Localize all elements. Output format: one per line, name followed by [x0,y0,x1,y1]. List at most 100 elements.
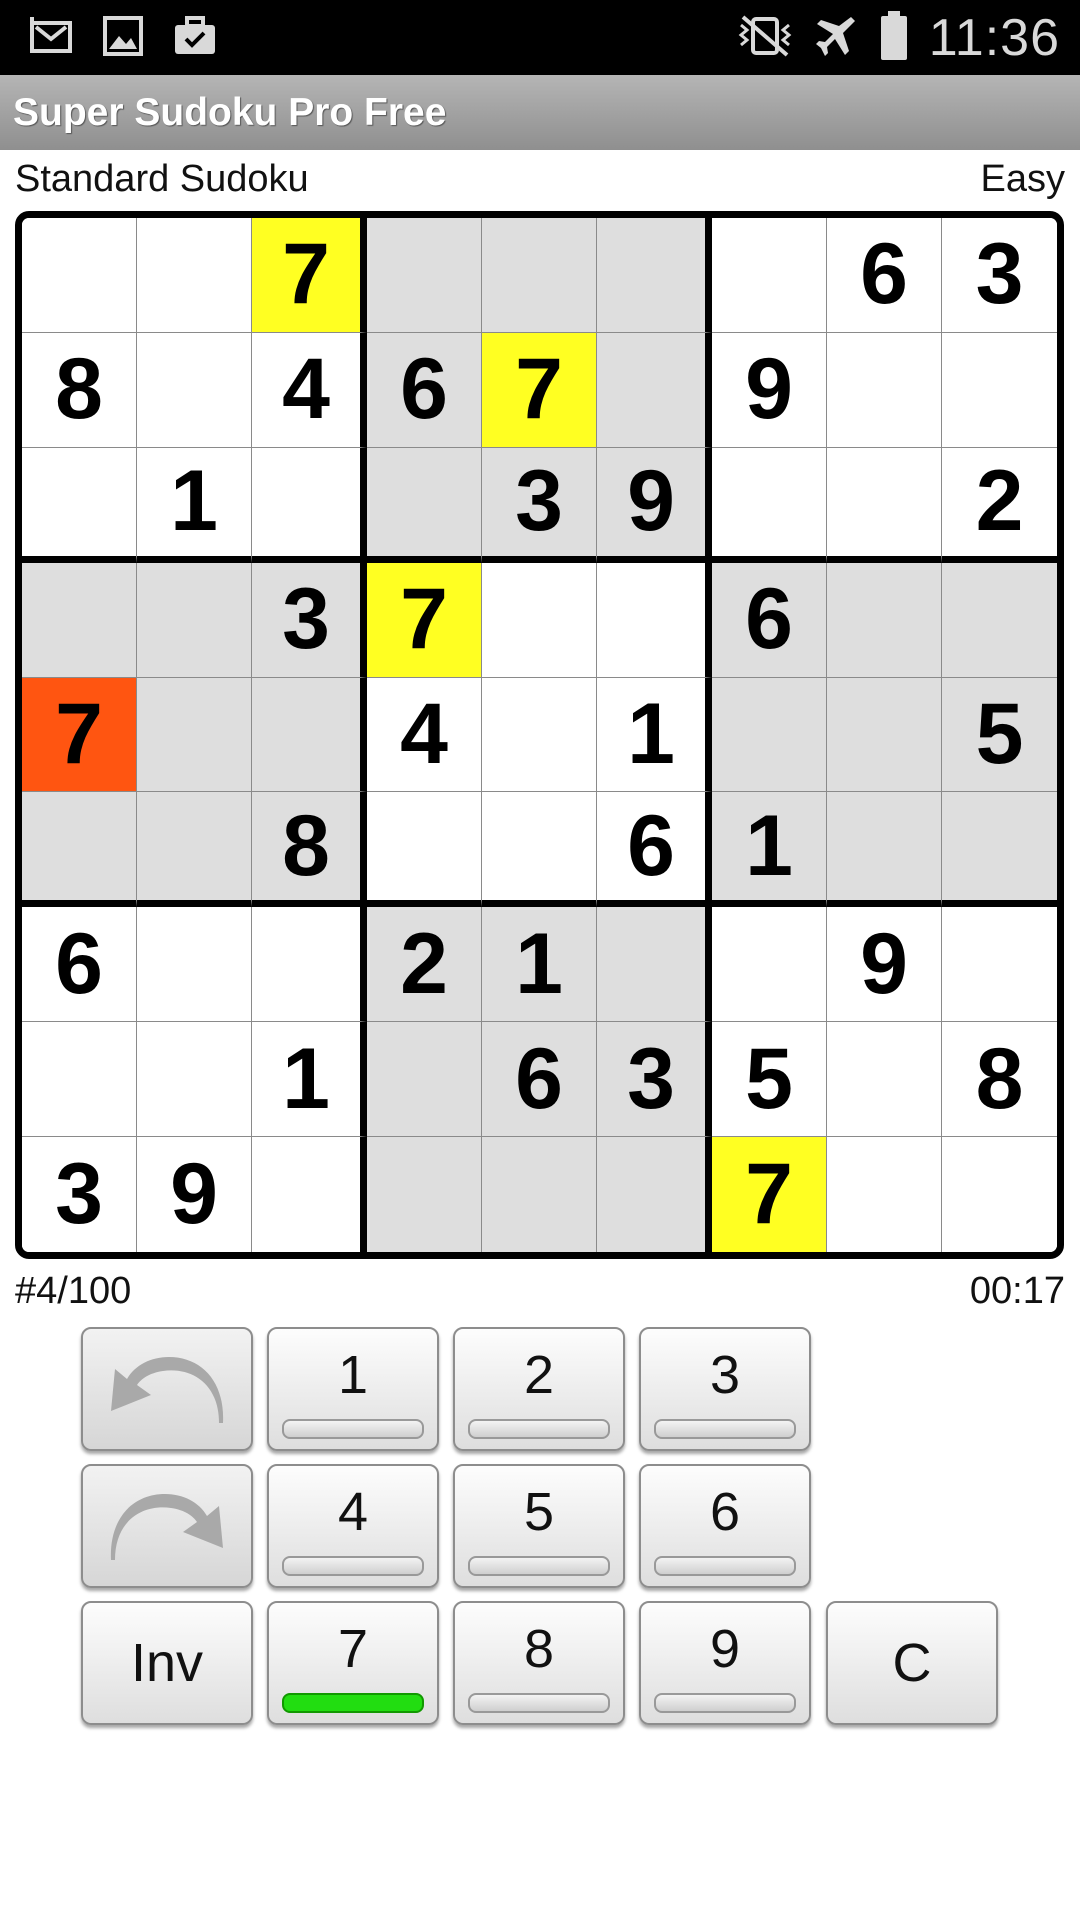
number-key-label: 6 [709,1482,741,1542]
sudoku-cell[interactable] [22,218,137,333]
sudoku-cell[interactable]: 6 [597,792,712,908]
sudoku-cell[interactable] [482,218,597,333]
sudoku-cell[interactable] [252,1137,367,1252]
sudoku-cell[interactable]: 1 [252,1022,367,1138]
sudoku-cell[interactable] [827,677,942,793]
sudoku-cell[interactable]: 6 [367,332,482,448]
sudoku-cell[interactable] [827,447,942,563]
clock: 11:36 [928,9,1060,67]
sudoku-cell[interactable]: 9 [712,332,827,448]
number-key-2[interactable]: 2 [453,1327,625,1451]
sudoku-cell[interactable] [367,1137,482,1252]
sudoku-cell[interactable]: 8 [22,332,137,448]
sudoku-cell[interactable]: 6 [827,218,942,333]
sudoku-cell[interactable]: 8 [942,1022,1057,1138]
number-key-4[interactable]: 4 [267,1464,439,1588]
sudoku-cell[interactable]: 8 [252,792,367,908]
sudoku-cell[interactable] [712,447,827,563]
sudoku-cell[interactable]: 3 [597,1022,712,1138]
sudoku-cell[interactable] [482,1137,597,1252]
sudoku-cell[interactable] [22,447,137,563]
sudoku-cell[interactable]: 1 [137,447,252,563]
gallery-icon [100,14,146,58]
sudoku-cell[interactable]: 2 [367,907,482,1023]
sudoku-cell[interactable] [942,792,1057,908]
sudoku-cell[interactable] [597,562,712,678]
sudoku-cell[interactable] [22,562,137,678]
sudoku-cell[interactable]: 1 [482,907,597,1023]
sudoku-cell[interactable] [252,677,367,793]
sudoku-cell[interactable] [482,677,597,793]
sudoku-cell[interactable]: 1 [712,792,827,908]
sudoku-cell[interactable] [712,677,827,793]
sudoku-cell[interactable]: 3 [482,447,597,563]
sudoku-cell[interactable]: 4 [252,332,367,448]
sudoku-cell[interactable]: 7 [252,218,367,333]
invert-button[interactable]: Inv [81,1601,253,1725]
sudoku-cell[interactable] [367,218,482,333]
sudoku-cell[interactable] [22,792,137,908]
sudoku-cell[interactable] [597,218,712,333]
app-title-bar: Super Sudoku Pro Free [0,75,1080,150]
sudoku-cell[interactable]: 7 [22,677,137,793]
sudoku-cell[interactable] [597,907,712,1023]
sudoku-cell[interactable] [827,792,942,908]
sudoku-cell[interactable] [367,792,482,908]
sudoku-cell[interactable] [482,792,597,908]
sudoku-cell[interactable]: 7 [367,562,482,678]
sudoku-cell[interactable]: 3 [252,562,367,678]
sudoku-cell[interactable]: 5 [712,1022,827,1138]
sudoku-cell[interactable] [712,218,827,333]
sudoku-cell[interactable] [137,677,252,793]
sudoku-cell[interactable]: 7 [712,1137,827,1252]
sudoku-cell[interactable]: 6 [22,907,137,1023]
redo-button[interactable] [81,1464,253,1588]
sudoku-cell[interactable] [482,562,597,678]
sudoku-cell[interactable]: 9 [137,1137,252,1252]
sudoku-cell[interactable]: 1 [597,677,712,793]
sudoku-cell[interactable] [712,907,827,1023]
sudoku-cell[interactable] [137,332,252,448]
puzzle-type: Standard Sudoku [15,158,309,200]
sudoku-cell[interactable] [942,1137,1057,1252]
sudoku-cell[interactable]: 5 [942,677,1057,793]
sudoku-cell[interactable] [827,562,942,678]
sudoku-cell[interactable] [367,447,482,563]
undo-button[interactable] [81,1327,253,1451]
sudoku-cell[interactable] [252,447,367,563]
sudoku-cell[interactable]: 6 [482,1022,597,1138]
sudoku-cell[interactable] [597,332,712,448]
sudoku-cell[interactable]: 7 [482,332,597,448]
sudoku-cell[interactable] [367,1022,482,1138]
number-key-7[interactable]: 7 [267,1601,439,1725]
sudoku-cell[interactable]: 3 [942,218,1057,333]
sudoku-cell[interactable] [942,332,1057,448]
sudoku-cell[interactable]: 4 [367,677,482,793]
sudoku-cell[interactable] [137,1022,252,1138]
sudoku-cell[interactable] [597,1137,712,1252]
sudoku-cell[interactable] [137,907,252,1023]
sudoku-cell[interactable] [252,907,367,1023]
number-key-1[interactable]: 1 [267,1327,439,1451]
sudoku-cell[interactable] [827,1022,942,1138]
sudoku-cell[interactable] [137,792,252,908]
number-key-5[interactable]: 5 [453,1464,625,1588]
number-key-3[interactable]: 3 [639,1327,811,1451]
sudoku-cell[interactable] [137,218,252,333]
sudoku-cell[interactable]: 2 [942,447,1057,563]
sudoku-cell[interactable] [137,562,252,678]
sudoku-cell[interactable] [942,562,1057,678]
sudoku-cell[interactable]: 3 [22,1137,137,1252]
number-key-9[interactable]: 9 [639,1601,811,1725]
sudoku-cell[interactable]: 9 [827,907,942,1023]
clear-button[interactable]: C [826,1601,998,1725]
sudoku-cell[interactable]: 9 [597,447,712,563]
number-key-8[interactable]: 8 [453,1601,625,1725]
sudoku-cell[interactable]: 6 [712,562,827,678]
sudoku-cell[interactable] [22,1022,137,1138]
sudoku-cell[interactable] [827,1137,942,1252]
number-key-6[interactable]: 6 [639,1464,811,1588]
number-indicator [468,1693,610,1713]
sudoku-cell[interactable] [827,332,942,448]
sudoku-cell[interactable] [942,907,1057,1023]
